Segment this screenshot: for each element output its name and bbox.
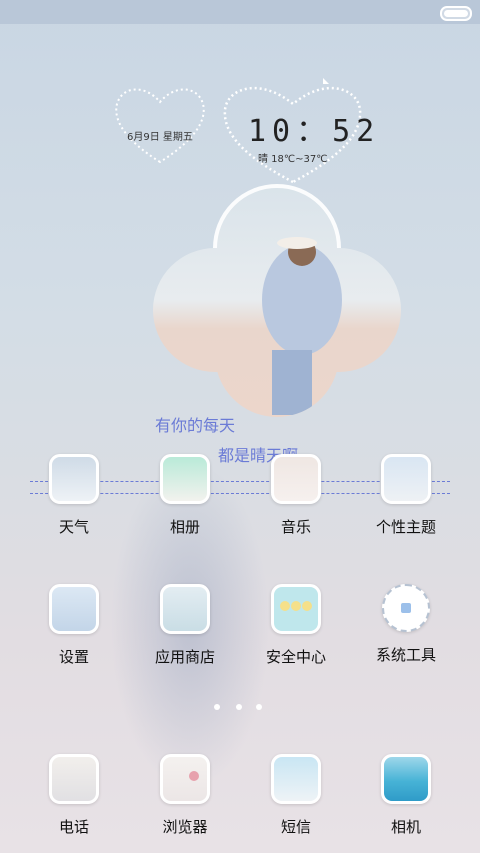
page-dot[interactable] [236, 704, 242, 710]
app-store[interactable]: 应用商店 [140, 584, 230, 667]
camera-icon [381, 754, 431, 804]
gallery-icon [160, 454, 210, 504]
dock-browser[interactable]: 浏览器 [140, 754, 230, 837]
app-label: 天气 [58, 518, 89, 536]
page-dot-current[interactable] [214, 704, 220, 710]
app-settings[interactable]: 设置 [29, 584, 119, 667]
music-icon [271, 454, 321, 504]
messages-icon [271, 754, 321, 804]
app-security-center[interactable]: 安全中心 [251, 584, 341, 667]
dock-phone[interactable]: 电话 [29, 754, 119, 837]
app-label: 设置 [58, 648, 89, 666]
app-label: 音乐 [280, 518, 311, 536]
page-dot[interactable] [256, 704, 262, 710]
security-center-icon [271, 584, 321, 634]
themes-icon [381, 454, 431, 504]
browser-icon [160, 754, 210, 804]
clock-time[interactable]: 10：52 [248, 106, 380, 150]
app-label: 相册 [169, 518, 200, 536]
app-gallery[interactable]: 相册 [140, 454, 230, 537]
app-label: 系统工具 [375, 646, 436, 664]
app-label: 应用商店 [154, 648, 215, 666]
battery-icon [440, 6, 472, 21]
caption-line-1: 有你的每天 [155, 416, 236, 435]
app-weather[interactable]: 天气 [29, 454, 119, 537]
dock-camera[interactable]: 相机 [361, 754, 451, 837]
app-system-tools[interactable]: 系统工具 [361, 584, 451, 665]
app-label: 相机 [390, 818, 421, 836]
date-label: 6月9日 星期五 [127, 132, 193, 143]
small-heart-frame [115, 88, 205, 164]
app-label: 电话 [58, 818, 89, 836]
phone-icon [49, 754, 99, 804]
app-music[interactable]: 音乐 [251, 454, 341, 537]
settings-icon [49, 584, 99, 634]
app-label: 个性主题 [375, 518, 436, 536]
dock-messages[interactable]: 短信 [251, 754, 341, 837]
app-themes[interactable]: 个性主题 [361, 454, 451, 537]
page-indicator[interactable] [214, 702, 266, 712]
app-label: 浏览器 [162, 818, 208, 836]
app-label: 短信 [280, 818, 311, 836]
status-bar [0, 0, 480, 24]
weather-label[interactable]: 晴 18℃~37℃ [258, 150, 327, 165]
app-store-icon [160, 584, 210, 634]
photo-widget[interactable] [152, 180, 402, 420]
weather-icon [49, 454, 99, 504]
app-label: 安全中心 [265, 648, 326, 666]
system-tools-icon [382, 584, 430, 632]
